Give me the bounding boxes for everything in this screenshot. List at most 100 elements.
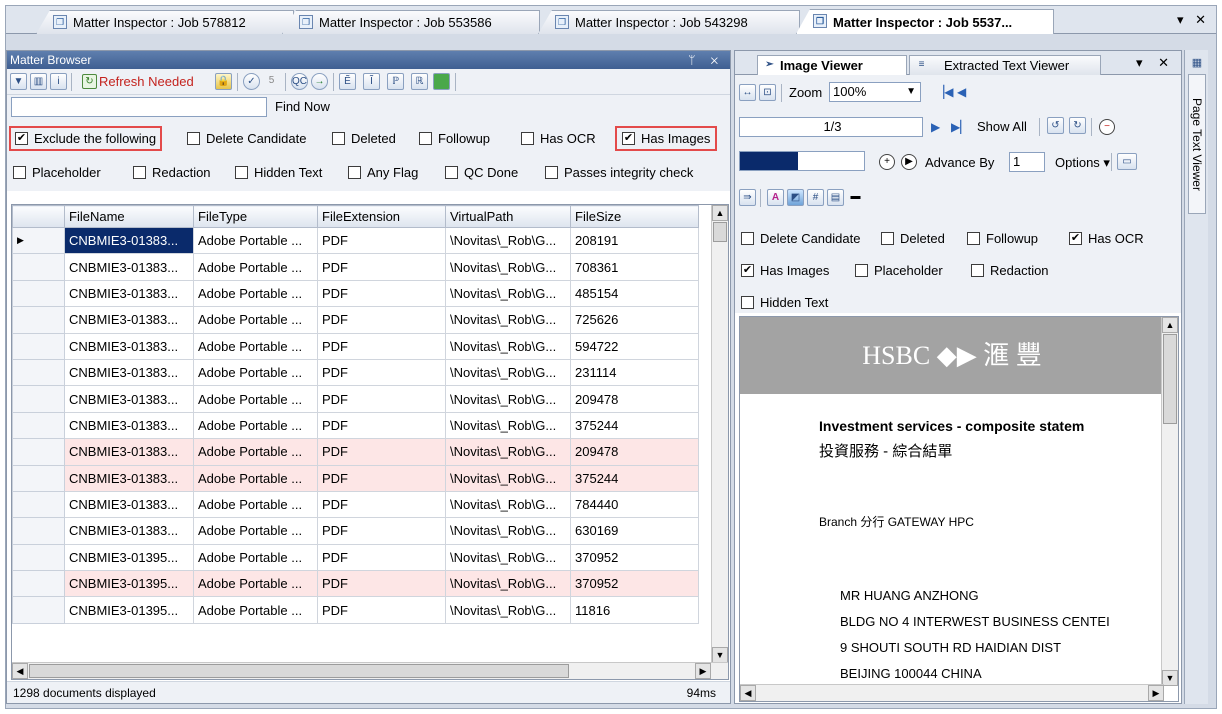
tab-extracted-text-viewer[interactable]: ≡ Extracted Text Viewer bbox=[909, 55, 1101, 75]
file-name-cell[interactable]: CNBMIE3-01383... bbox=[64, 253, 194, 281]
import-icon[interactable]: Ĩ bbox=[363, 73, 380, 90]
exclude-checkbox[interactable]: ✔ Exclude the following bbox=[8, 126, 163, 151]
scroll-thumb[interactable] bbox=[713, 222, 727, 242]
row-header[interactable] bbox=[12, 385, 65, 413]
passes-integrity-checkbox[interactable]: Passes integrity check bbox=[545, 165, 693, 180]
scroll-down-icon[interactable]: ▼ bbox=[1162, 670, 1178, 686]
note-icon[interactable]: ▤ bbox=[827, 189, 844, 206]
qc-done-checkbox[interactable]: QC Done bbox=[445, 165, 518, 180]
file-extension-cell[interactable]: PDF bbox=[317, 438, 446, 466]
display-icon[interactable]: ▭ bbox=[1117, 153, 1137, 170]
file-extension-cell[interactable]: PDF bbox=[317, 279, 446, 308]
redaction-checkbox[interactable]: Redaction bbox=[971, 263, 1049, 278]
virtual-path-cell[interactable]: \Novitas\_Rob\G... bbox=[445, 253, 571, 281]
scroll-down-icon[interactable]: ▼ bbox=[712, 647, 728, 663]
has-ocr-checkbox[interactable]: Has OCR bbox=[521, 131, 596, 146]
virtual-path-cell[interactable]: \Novitas\_Rob\G... bbox=[445, 570, 571, 598]
file-size-cell[interactable]: 231114 bbox=[570, 358, 699, 387]
table-row[interactable]: CNBMIE3-01383... Adobe Portable ... PDF \No… bbox=[12, 358, 699, 387]
file-size-cell[interactable]: 784440 bbox=[570, 490, 699, 519]
file-type-cell[interactable]: Adobe Portable ... bbox=[193, 411, 318, 440]
file-name-cell[interactable]: CNBMIE3-01383... bbox=[64, 438, 194, 466]
hidden-text-checkbox[interactable]: Hidden Text bbox=[741, 295, 828, 310]
row-header[interactable] bbox=[12, 438, 65, 466]
table-row[interactable]: CNBMIE3-01395... Adobe Portable ... PDF \No… bbox=[12, 596, 699, 624]
export-image-icon[interactable]: ⇛ bbox=[739, 189, 756, 206]
file-name-cell[interactable]: CNBMIE3-01383... bbox=[64, 464, 194, 492]
file-name-cell[interactable]: CNBMIE3-01383... bbox=[64, 385, 194, 413]
grid-icon[interactable]: # bbox=[807, 189, 824, 206]
table-row[interactable]: CNBMIE3-01395... Adobe Portable ... PDF \No… bbox=[12, 543, 699, 572]
file-extension-cell[interactable]: PDF bbox=[317, 358, 446, 387]
scroll-left-icon[interactable]: ◀ bbox=[12, 663, 28, 679]
zoom-select[interactable]: 100% ▼ bbox=[829, 82, 921, 102]
add-icon[interactable]: + bbox=[879, 154, 895, 170]
tab-job-543298[interactable]: ❐ Matter Inspector : Job 543298 bbox=[538, 10, 800, 34]
row-header[interactable] bbox=[12, 253, 65, 281]
tab-job-553586[interactable]: ❐ Matter Inspector : Job 553586 bbox=[282, 10, 540, 34]
scroll-up-icon[interactable]: ▲ bbox=[1162, 317, 1178, 333]
file-type-cell[interactable]: Adobe Portable ... bbox=[193, 358, 318, 387]
virtual-path-cell[interactable]: \Novitas\_Rob\G... bbox=[445, 332, 571, 360]
tab-image-viewer[interactable]: ➢ Image Viewer bbox=[757, 55, 907, 75]
file-extension-cell[interactable]: PDF bbox=[317, 385, 446, 413]
file-size-cell[interactable]: 725626 bbox=[570, 306, 699, 334]
file-size-cell[interactable]: 375244 bbox=[570, 464, 699, 492]
row-header[interactable] bbox=[12, 464, 65, 492]
lock-icon[interactable]: 🔒 bbox=[215, 73, 232, 90]
file-name-cell[interactable]: CNBMIE3-01395... bbox=[64, 596, 194, 624]
export-icon[interactable]: Ẽ bbox=[339, 73, 356, 90]
file-extension-cell[interactable]: PDF bbox=[317, 596, 446, 624]
columns-icon[interactable]: ▥ bbox=[30, 73, 47, 90]
file-extension-cell[interactable]: PDF bbox=[317, 543, 446, 572]
virtual-path-cell[interactable]: \Novitas\_Rob\G... bbox=[445, 464, 571, 492]
table-row[interactable]: ▶ CNBMIE3-01383... Adobe Portable ... PDF \N… bbox=[12, 226, 699, 255]
file-type-cell[interactable]: Adobe Portable ... bbox=[193, 490, 318, 519]
file-extension-cell[interactable]: PDF bbox=[317, 306, 446, 334]
file-name-cell[interactable]: CNBMIE3-01383... bbox=[64, 332, 194, 360]
redact-icon[interactable]: ▬ bbox=[847, 189, 864, 206]
row-header[interactable] bbox=[12, 411, 65, 440]
first-page-icon[interactable]: ▕◀ bbox=[935, 85, 953, 99]
file-type-cell[interactable]: Adobe Portable ... bbox=[193, 570, 318, 598]
file-type-cell[interactable]: Adobe Portable ... bbox=[193, 543, 318, 572]
row-header[interactable] bbox=[12, 543, 65, 572]
scroll-thumb[interactable] bbox=[1163, 334, 1177, 424]
row-header[interactable] bbox=[12, 332, 65, 360]
file-type-cell[interactable]: Adobe Portable ... bbox=[193, 464, 318, 492]
has-images-checkbox[interactable]: ✔ Has Images bbox=[741, 263, 829, 278]
filter-icon[interactable]: ▼ bbox=[10, 73, 27, 90]
any-flag-checkbox[interactable]: Any Flag bbox=[348, 165, 418, 180]
search-input[interactable] bbox=[11, 97, 267, 117]
table-row[interactable]: CNBMIE3-01383... Adobe Portable ... PDF \No… bbox=[12, 332, 699, 360]
file-size-cell[interactable]: 708361 bbox=[570, 253, 699, 281]
file-size-cell[interactable]: 630169 bbox=[570, 517, 699, 545]
file-size-cell[interactable]: 11816 bbox=[570, 596, 699, 624]
virtual-path-cell[interactable]: \Novitas\_Rob\G... bbox=[445, 596, 571, 624]
tab-page-text-viewer[interactable]: Page Text Viewer bbox=[1188, 74, 1206, 214]
advance-input[interactable]: 1 bbox=[1009, 152, 1045, 172]
refresh-needed-button[interactable]: ↻ Refresh Needed bbox=[79, 73, 198, 91]
fit-page-icon[interactable]: ⊡ bbox=[759, 84, 776, 101]
virtual-path-cell[interactable]: \Novitas\_Rob\G... bbox=[445, 279, 571, 308]
virtual-path-cell[interactable]: \Novitas\_Rob\G... bbox=[445, 438, 571, 466]
play-icon[interactable]: ▶ bbox=[901, 154, 917, 170]
file-extension-cell[interactable]: PDF bbox=[317, 490, 446, 519]
file-extension-cell[interactable]: PDF bbox=[317, 570, 446, 598]
file-type-cell[interactable]: Adobe Portable ... bbox=[193, 306, 318, 334]
virtual-path-cell[interactable]: \Novitas\_Rob\G... bbox=[445, 358, 571, 387]
table-row[interactable]: CNBMIE3-01383... Adobe Portable ... PDF \No… bbox=[12, 464, 699, 492]
table-row[interactable]: CNBMIE3-01383... Adobe Portable ... PDF \No… bbox=[12, 490, 699, 519]
virtual-path-cell[interactable]: \Novitas\_Rob\G... bbox=[445, 306, 571, 334]
deleted-checkbox[interactable]: Deleted bbox=[332, 131, 396, 146]
file-type-cell[interactable]: Adobe Portable ... bbox=[193, 332, 318, 360]
file-size-cell[interactable]: 485154 bbox=[570, 279, 699, 308]
row-header[interactable]: ▶ bbox=[12, 226, 65, 255]
row-header[interactable] bbox=[12, 279, 65, 308]
scroll-up-icon[interactable]: ▲ bbox=[712, 205, 728, 221]
placeholder-checkbox[interactable]: Placeholder bbox=[855, 263, 943, 278]
delete-candidate-checkbox[interactable]: Delete Candidate bbox=[741, 231, 860, 246]
redaction-checkbox[interactable]: Redaction bbox=[133, 165, 211, 180]
pane-icon[interactable]: ▦ bbox=[1190, 56, 1204, 70]
report-icon[interactable]: ℝ bbox=[411, 73, 428, 90]
